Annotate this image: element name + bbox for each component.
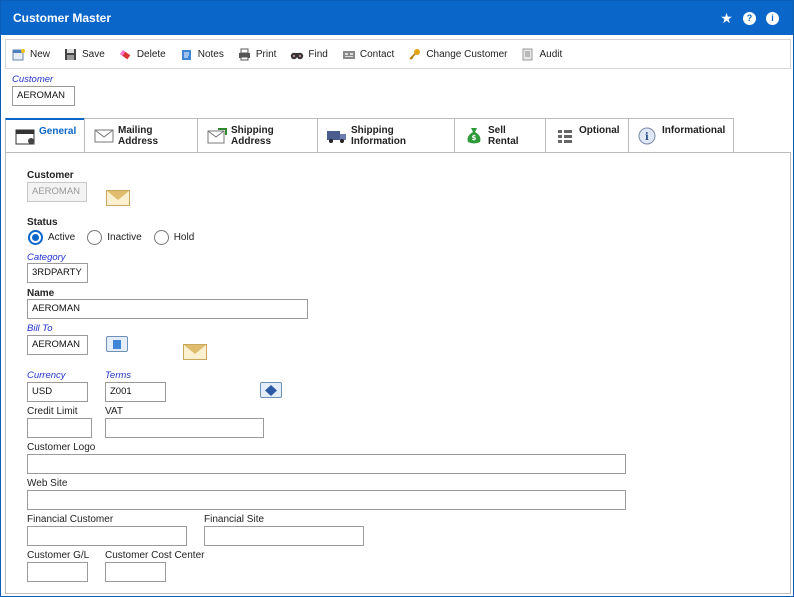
delete-button[interactable]: Delete xyxy=(119,48,166,61)
notes-icon xyxy=(113,339,121,349)
envelope-icon xyxy=(93,125,115,145)
tab-bar: General Mailing Address Shipping Address… xyxy=(5,118,734,153)
notes-button[interactable]: Notes xyxy=(180,48,224,61)
status-label: Status xyxy=(27,217,58,228)
vat-field[interactable] xyxy=(105,418,264,438)
web-site-label: Web Site xyxy=(27,478,68,489)
save-icon xyxy=(64,48,77,61)
header-customer-label: Customer xyxy=(12,74,54,85)
customer-logo-field[interactable] xyxy=(27,454,626,474)
contact-icon xyxy=(342,48,355,61)
customer-field: AEROMAN xyxy=(27,182,87,202)
category-field[interactable]: 3RDPARTY xyxy=(27,263,88,283)
info-icon[interactable]: i xyxy=(766,11,779,25)
category-label[interactable]: Category xyxy=(27,252,66,263)
change-customer-button[interactable]: Change Customer xyxy=(408,48,507,61)
tab-shipping-address[interactable]: Shipping Address xyxy=(197,118,318,153)
audit-icon xyxy=(521,48,534,61)
tab-shipping-information[interactable]: Shipping Information xyxy=(317,118,455,153)
financial-customer-label: Financial Customer xyxy=(27,514,114,525)
find-button[interactable]: Find xyxy=(290,48,328,61)
status-active-radio[interactable] xyxy=(28,230,43,245)
info-icon: i xyxy=(637,125,659,145)
credit-limit-field[interactable] xyxy=(27,418,92,438)
customer-cost-center-label: Customer Cost Center xyxy=(105,550,205,561)
truck-icon xyxy=(326,125,348,145)
customer-email-icon[interactable] xyxy=(106,190,130,206)
status-active-option[interactable]: Active xyxy=(28,230,75,245)
toolbar: New Save Delete Notes Print Find Contact… xyxy=(5,39,791,69)
delete-icon xyxy=(119,48,132,61)
title-bar: Customer Master ★ ? i xyxy=(1,1,793,35)
star-icon[interactable]: ★ xyxy=(720,10,733,26)
bill-to-label[interactable]: Bill To xyxy=(27,323,53,334)
currency-label[interactable]: Currency xyxy=(27,370,66,381)
customer-master-window: Customer Master ★ ? i New Save Delete No… xyxy=(0,0,794,597)
tab-informational[interactable]: i Informational xyxy=(628,118,734,153)
name-field[interactable]: AEROMAN xyxy=(27,299,308,319)
status-inactive-option[interactable]: Inactive xyxy=(87,230,142,245)
terms-label[interactable]: Terms xyxy=(105,370,131,381)
tab-optional[interactable]: Optional xyxy=(545,118,629,153)
customer-label: Customer xyxy=(27,170,74,181)
status-radio-group: Active Inactive Hold xyxy=(28,230,206,245)
status-hold-option[interactable]: Hold xyxy=(153,230,194,245)
save-button[interactable]: Save xyxy=(64,48,105,61)
customer-gl-field[interactable] xyxy=(27,562,88,582)
contact-button[interactable]: Contact xyxy=(342,48,394,61)
tab-sell-rental[interactable]: $ Sell Rental xyxy=(454,118,546,153)
status-hold-radio[interactable] xyxy=(153,230,169,245)
credit-limit-label: Credit Limit xyxy=(27,406,78,417)
print-icon xyxy=(238,48,251,61)
notes-icon xyxy=(180,48,193,61)
bill-to-field[interactable]: AEROMAN xyxy=(27,335,88,355)
new-icon xyxy=(12,48,25,61)
financial-site-field[interactable] xyxy=(204,526,364,546)
money-bag-icon: $ xyxy=(463,125,485,145)
financial-site-label: Financial Site xyxy=(204,514,265,525)
window-icon xyxy=(14,126,36,146)
new-button[interactable]: New xyxy=(12,48,50,61)
svg-text:$: $ xyxy=(472,134,477,142)
status-inactive-radio[interactable] xyxy=(87,230,103,245)
help-icon[interactable]: ? xyxy=(743,11,756,25)
diamond-icon xyxy=(265,384,277,396)
key-icon xyxy=(408,48,421,61)
svg-text:i: i xyxy=(645,132,649,143)
print-button[interactable]: Print xyxy=(238,48,276,61)
tab-mailing-address[interactable]: Mailing Address xyxy=(84,118,198,153)
customer-gl-label: Customer G/L xyxy=(27,550,90,561)
financial-customer-field[interactable] xyxy=(27,526,187,546)
tab-general[interactable]: General xyxy=(5,118,85,153)
audit-button[interactable]: Audit xyxy=(521,48,562,61)
name-label: Name xyxy=(27,288,55,299)
web-site-field[interactable] xyxy=(27,490,626,510)
grid-icon xyxy=(554,125,576,145)
binoculars-icon xyxy=(290,48,304,61)
title-bar-icons: ★ ? i xyxy=(720,10,779,26)
shipping-address-icon xyxy=(206,125,228,145)
bill-to-lookup-button[interactable] xyxy=(106,336,128,352)
vat-label: VAT xyxy=(105,406,123,417)
terms-lookup-button[interactable] xyxy=(260,382,282,398)
currency-field[interactable]: USD xyxy=(27,382,88,402)
customer-logo-label: Customer Logo xyxy=(27,442,96,453)
customer-cost-center-field[interactable] xyxy=(105,562,166,582)
header-customer-field[interactable]: AEROMAN xyxy=(12,86,75,106)
terms-field[interactable]: Z001 xyxy=(105,382,166,402)
bill-to-email-icon[interactable] xyxy=(183,344,207,360)
window-title: Customer Master xyxy=(13,11,112,25)
